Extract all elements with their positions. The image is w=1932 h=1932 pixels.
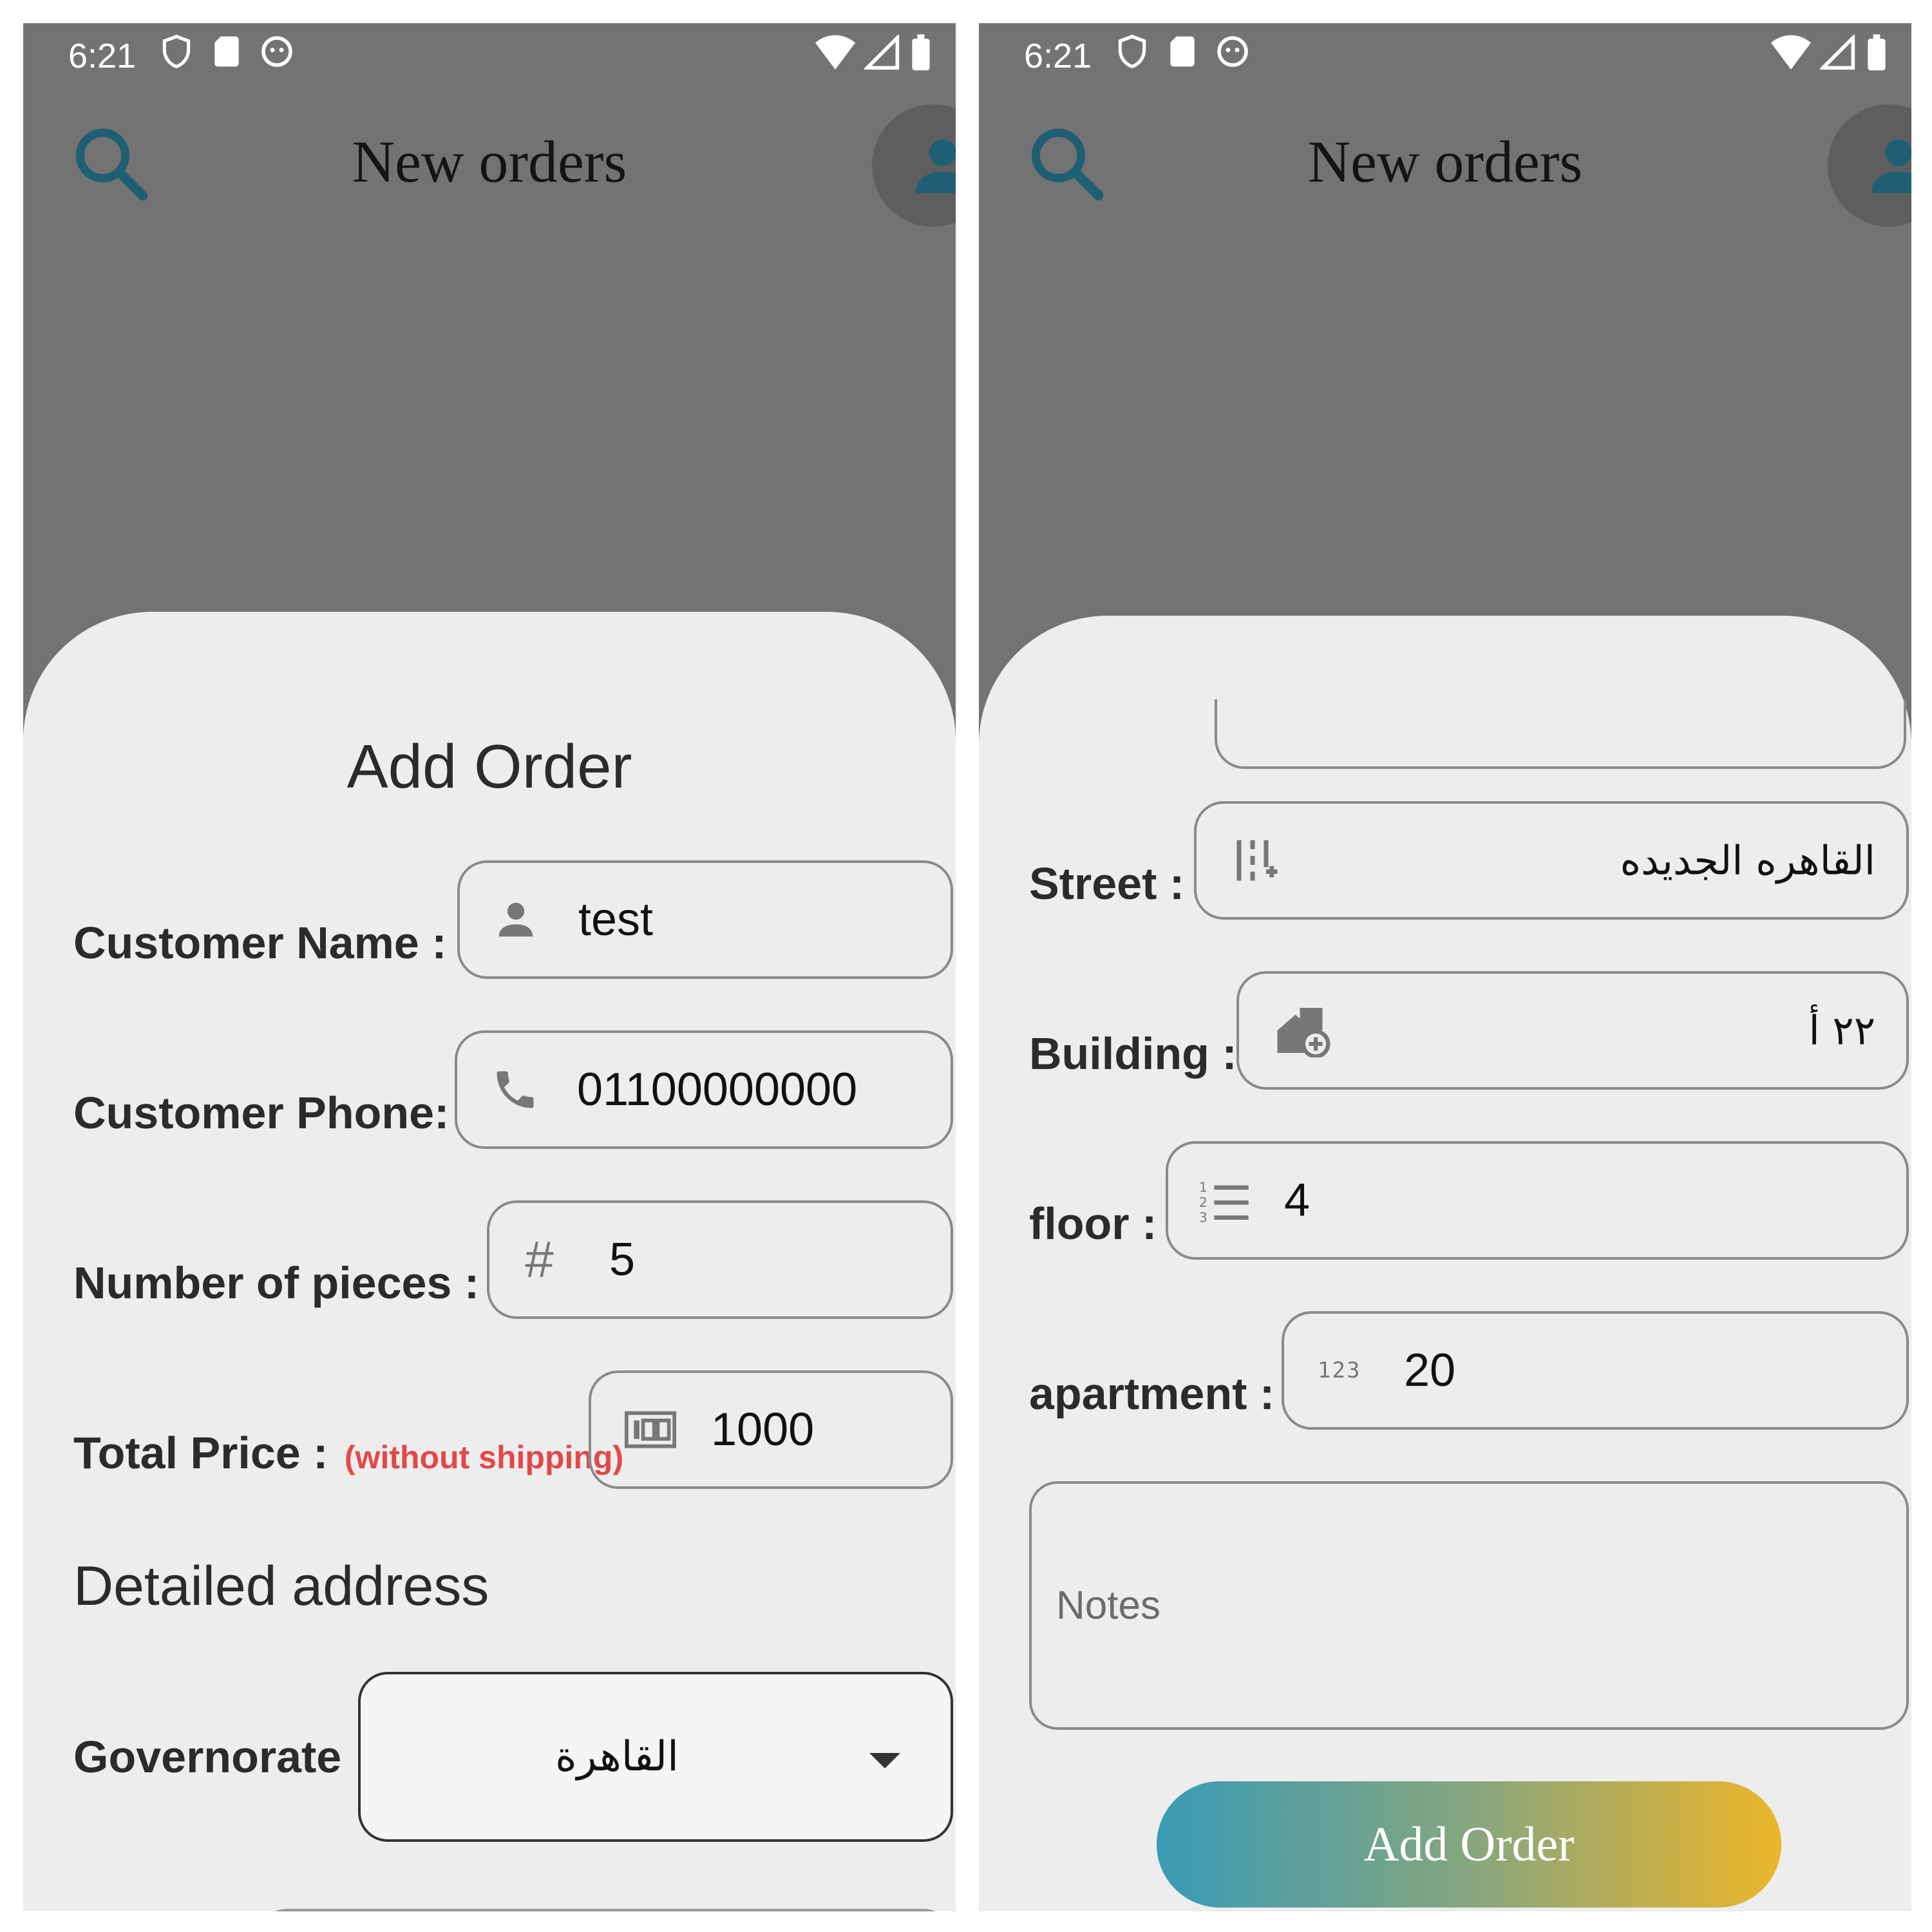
chevron-down-icon xyxy=(869,1753,900,1768)
number-of-pieces-label: Number of pieces : xyxy=(73,1258,480,1308)
street-field[interactable]: القاهره الجديده xyxy=(1194,801,1909,920)
governorate-label: Governorate : xyxy=(73,1732,369,1782)
status-icons-left xyxy=(1114,33,1251,70)
sd-card-icon xyxy=(1170,36,1195,67)
signal-icon xyxy=(1820,35,1855,70)
building-field[interactable]: ٢٢ أ xyxy=(1236,971,1909,1090)
wifi-icon xyxy=(815,35,855,70)
status-time: 6:21 xyxy=(68,37,137,75)
street-value: القاهره الجديده xyxy=(1620,837,1875,884)
building-add-icon xyxy=(1277,1008,1331,1057)
floor-field[interactable]: 123 4 xyxy=(1166,1141,1909,1260)
person-icon xyxy=(916,139,956,193)
without-shipping-note: (without shipping) xyxy=(344,1439,624,1475)
notes-field[interactable]: Notes xyxy=(1029,1481,1909,1730)
battery-icon xyxy=(1868,34,1886,71)
total-price-label: Total Price : (without shipping) xyxy=(73,1427,623,1479)
status-icons-left xyxy=(158,33,295,70)
status-icons-right xyxy=(815,33,933,72)
face-icon xyxy=(261,36,292,67)
person-icon xyxy=(498,902,533,937)
number-of-pieces-field[interactable]: # 5 xyxy=(487,1200,953,1319)
governorate-selected: القاهرة xyxy=(555,1733,679,1781)
apartment-label: apartment : xyxy=(1029,1368,1275,1419)
notes-placeholder: Notes xyxy=(1056,1583,1160,1628)
governorate-dropdown[interactable]: القاهرة xyxy=(358,1672,953,1842)
wifi-icon xyxy=(1771,35,1811,70)
app-bar: New orders xyxy=(23,85,956,227)
phone-screen-left: 6:21 New orders Add Order Customer Name … xyxy=(23,23,956,1911)
svg-text:2: 2 xyxy=(1199,1195,1208,1210)
total-price-field[interactable]: 1000 xyxy=(589,1370,953,1489)
total-price-value: 1000 xyxy=(711,1404,815,1455)
svg-text:1: 1 xyxy=(1199,1180,1208,1195)
svg-text:3: 3 xyxy=(1199,1209,1208,1223)
street-label: Street : xyxy=(1029,858,1185,909)
next-field-partial[interactable] xyxy=(258,1909,953,1911)
apartment-value: 20 xyxy=(1404,1345,1456,1396)
app-bar: New orders xyxy=(979,85,1911,227)
money-icon xyxy=(625,1411,676,1448)
status-bar: 6:21 xyxy=(979,23,1911,85)
battery-icon xyxy=(912,34,930,71)
hash-icon: # xyxy=(524,1231,553,1288)
phone-screen-right: 6:21 New orders Street : القاهره الجديده… xyxy=(979,23,1911,1911)
customer-name-label: Customer Name : xyxy=(73,918,447,968)
status-time: 6:21 xyxy=(1024,37,1092,75)
numbered-list-icon: 123 xyxy=(1199,1180,1249,1223)
shield-icon xyxy=(1118,34,1146,69)
customer-phone-field[interactable]: 01100000000 xyxy=(455,1030,953,1149)
customer-name-field[interactable]: test xyxy=(457,860,953,979)
signal-icon xyxy=(864,35,900,70)
customer-phone-label: Customer Phone: xyxy=(73,1088,450,1138)
face-icon xyxy=(1217,36,1248,67)
app-title: New orders xyxy=(352,129,627,194)
app-title: New orders xyxy=(1307,129,1583,194)
person-icon xyxy=(1871,139,1911,193)
sheet-title: Add Order xyxy=(346,732,632,801)
profile-button[interactable] xyxy=(1828,104,1911,227)
apartment-field[interactable]: 123 20 xyxy=(1282,1311,1909,1430)
sd-card-icon xyxy=(214,36,239,67)
customer-phone-value: 01100000000 xyxy=(577,1064,858,1115)
number-of-pieces-value: 5 xyxy=(609,1234,636,1285)
floor-label: floor : xyxy=(1029,1198,1157,1249)
previous-field-partial[interactable] xyxy=(1215,699,1906,769)
building-value: ٢٢ أ xyxy=(1808,1007,1875,1054)
street-icon xyxy=(1236,840,1278,881)
add-order-button[interactable]: Add Order xyxy=(1157,1781,1781,1908)
shield-icon xyxy=(162,34,191,69)
total-price-label-text: Total Price : xyxy=(73,1428,328,1478)
customer-name-value: test xyxy=(578,894,654,945)
building-label: Building : xyxy=(1029,1028,1237,1079)
status-bar: 6:21 xyxy=(23,23,956,85)
floor-value: 4 xyxy=(1284,1175,1311,1226)
status-icons-right xyxy=(1771,33,1888,72)
detailed-address-heading: Detailed address xyxy=(73,1555,489,1617)
profile-button[interactable] xyxy=(872,104,956,227)
phone-icon xyxy=(497,1071,534,1108)
numbers-icon: 123 xyxy=(1318,1358,1361,1383)
